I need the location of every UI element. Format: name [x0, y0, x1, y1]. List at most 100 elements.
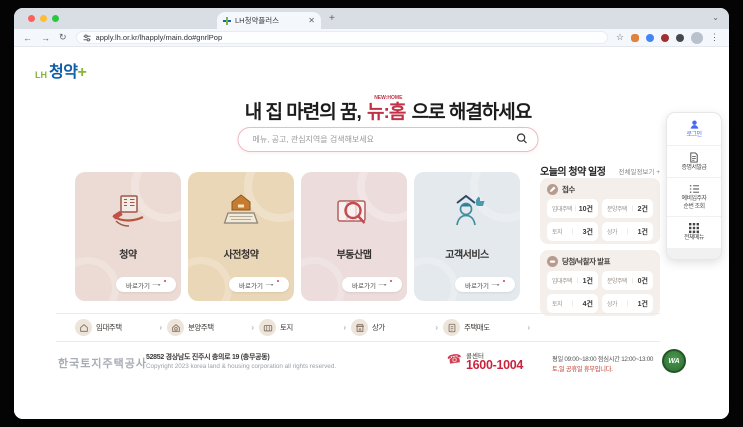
schedule-view-all-link[interactable]: 전체일정보기 + — [619, 166, 660, 176]
footer-address: 52852 경상남도 진주시 충의로 19 (충무공동) — [146, 354, 270, 361]
extension-icon[interactable] — [676, 33, 684, 42]
laptop-house-icon — [223, 194, 259, 224]
hero-headline: 내 집 마련의 꿈, NEW:HOME 뉴:홈 으로 해결하세요 — [244, 95, 532, 124]
stat-card: 임대주택 | 1건 — [547, 271, 598, 290]
quicklink-land[interactable]: 토지 › — [259, 317, 346, 338]
schedule-section-title: 접수 — [562, 185, 575, 194]
card-realestate-map[interactable]: 부동산맵 바로가기 → — [301, 172, 407, 301]
newhome-brand: NEW:HOME 뉴:홈 — [367, 95, 406, 123]
close-window-button[interactable] — [28, 15, 35, 22]
extension-icon[interactable] — [646, 33, 654, 42]
card-pre-cheongyak[interactable]: 사전청약 바로가기 → — [188, 172, 294, 301]
quickmenu-certificate[interactable]: 증명서발급 — [667, 144, 721, 178]
headline-prefix: 내 집 마련의 꿈, — [244, 102, 362, 123]
person-icon — [690, 120, 698, 129]
fullscreen-window-button[interactable] — [52, 15, 59, 22]
callcenter-phone-number: 1600-1004 — [466, 358, 524, 372]
bookmark-star-icon[interactable]: ☆ — [616, 32, 624, 43]
desktop-background: LH청약플러스 ✕ + ⌄ ← → ↻ apply.lh.or.kr/lhapp… — [0, 0, 743, 427]
house-won-icon — [167, 319, 184, 336]
lh-homepage: LH 청약 + 내 집 마련의 꿈, NEW:HOME뉴:홈 으로 해결하세요 — [14, 47, 729, 419]
browser-tab-strip: LH청약플러스 ✕ + ⌄ — [14, 8, 729, 29]
logo-text: 청약 — [49, 64, 78, 81]
stat-card: 토지 | 3건 — [547, 222, 598, 241]
card-label: 고객서비스 — [445, 250, 489, 261]
arrow-icon: → — [488, 281, 503, 288]
arrow-icon: → — [375, 281, 390, 288]
quicklink-sale-housing[interactable]: 분양주택 › — [167, 317, 254, 338]
quickmenu-collapse-handle[interactable] — [667, 247, 721, 259]
site-logo[interactable]: LH 청약 + — [35, 58, 87, 82]
chevron-right-icon: › — [435, 323, 438, 332]
arrow-icon: → — [149, 281, 164, 288]
quickmenu-login[interactable]: 로그인 — [667, 113, 721, 145]
stat-card: 분양주택 | 0건 — [602, 271, 653, 290]
card-label: 청약 — [119, 250, 137, 261]
tab-search-chevron-icon[interactable]: ⌄ — [712, 13, 719, 22]
chevron-right-icon: › — [527, 323, 530, 332]
schedule-section-title: 당첨/낙찰자 발표 — [562, 257, 610, 266]
map-magnifier-icon — [337, 200, 366, 224]
search-input[interactable] — [237, 127, 539, 152]
map-icon — [259, 319, 276, 336]
storefront-icon — [351, 319, 368, 336]
search-bar — [237, 127, 539, 152]
reload-button[interactable]: ↻ — [59, 32, 67, 43]
card-cta-button[interactable]: 바로가기 → — [116, 277, 176, 292]
schedule-box-announcement: 당첨/낙찰자 발표 임대주택 | 1건 분양주택 | 0건 토지 | 4건 상가… — [540, 250, 660, 316]
quick-links-row: 임대주택 › 분양주택 › 토지 › 상가 › 주택매도 › — [75, 317, 530, 338]
chevron-right-icon: › — [159, 323, 162, 332]
card-customer-service[interactable]: 고객서비스 바로가기 → — [414, 172, 520, 301]
tab-title: LH청약플러스 — [235, 16, 280, 25]
coin-icon — [547, 256, 558, 267]
card-cta-button[interactable]: 바로가기 → — [342, 277, 402, 292]
browser-toolbar: ← → ↻ apply.lh.or.kr/lhapply/main.do#gnr… — [14, 29, 729, 47]
card-label: 사전청약 — [223, 250, 259, 261]
address-bar[interactable]: apply.lh.or.kr/lhapply/main.do#gnrlPop — [75, 31, 608, 44]
quickmenu-waitlist-order[interactable]: 예비입주자 순번 조회 — [667, 177, 721, 216]
extension-icon[interactable] — [661, 33, 669, 42]
callcenter-hours: 평일 09:00~18:00 점심시간 12:00~13:00 — [552, 356, 654, 363]
browser-tab[interactable]: LH청약플러스 ✕ — [217, 12, 321, 29]
tab-close-icon[interactable]: ✕ — [308, 16, 315, 25]
pencil-icon — [547, 184, 558, 195]
phone-icon: ☎ — [446, 351, 463, 367]
schedule-title: 오늘의 청약 일정 — [540, 167, 606, 178]
logo-lh: LH — [35, 70, 47, 80]
new-tab-button[interactable]: + — [329, 14, 335, 24]
stat-card: 상가 | 1건 — [602, 222, 653, 241]
stat-card: 토지 | 4건 — [547, 294, 598, 313]
certificate-icon — [690, 151, 698, 163]
browser-menu-kebab-icon[interactable]: ⋮ — [710, 32, 719, 43]
site-settings-tune-icon[interactable] — [83, 34, 91, 42]
quicklink-store[interactable]: 상가 › — [351, 317, 438, 338]
floating-quick-menu: 로그인 증명서발급 예비입주자 순번 조회 전체메뉴 — [666, 112, 722, 260]
wa-certification-mark: WA — [662, 349, 686, 373]
house-icon — [75, 319, 92, 336]
card-cheongyak[interactable]: 청약 바로가기 → — [75, 172, 181, 301]
extension-icon[interactable] — [631, 33, 639, 42]
quicklink-house-sell[interactable]: 주택매도 › — [443, 317, 530, 338]
back-button[interactable]: ← — [23, 33, 32, 43]
arrow-icon: → — [262, 281, 277, 288]
chevron-right-icon: › — [251, 323, 254, 332]
forward-button[interactable]: → — [41, 33, 50, 43]
browser-window: LH청약플러스 ✕ + ⌄ ← → ↻ apply.lh.or.kr/lhapp… — [14, 8, 729, 419]
lh-favicon — [223, 16, 231, 25]
footer-company-logo: 한국토지주택공사 — [58, 358, 147, 370]
callcenter-holiday-note: 토,일 공휴일 휴무입니다. — [552, 366, 613, 373]
quicklink-rental-housing[interactable]: 임대주택 › — [75, 317, 162, 338]
document-icon — [443, 319, 460, 336]
numbered-list-icon — [689, 185, 699, 193]
toolbar-right-icons: ☆ ⋮ — [616, 31, 719, 44]
card-cta-button[interactable]: 바로가기 → — [229, 277, 289, 292]
profile-avatar[interactable] — [691, 31, 703, 44]
newhome-caption: NEW:HOME — [374, 95, 403, 101]
quickmenu-all-menu[interactable]: 전체메뉴 — [667, 216, 721, 248]
card-cta-button[interactable]: 바로가기 → — [455, 277, 515, 292]
url-text: apply.lh.or.kr/lhapply/main.do#gnrlPop — [95, 33, 223, 42]
search-icon[interactable] — [516, 133, 528, 144]
schedule-box-reception: 접수 임대주택 | 10건 분양주택 | 2건 토지 | 3건 상가 | 1건 — [540, 178, 660, 244]
minimize-window-button[interactable] — [40, 15, 47, 22]
stat-card: 분양주택 | 2건 — [602, 199, 653, 218]
